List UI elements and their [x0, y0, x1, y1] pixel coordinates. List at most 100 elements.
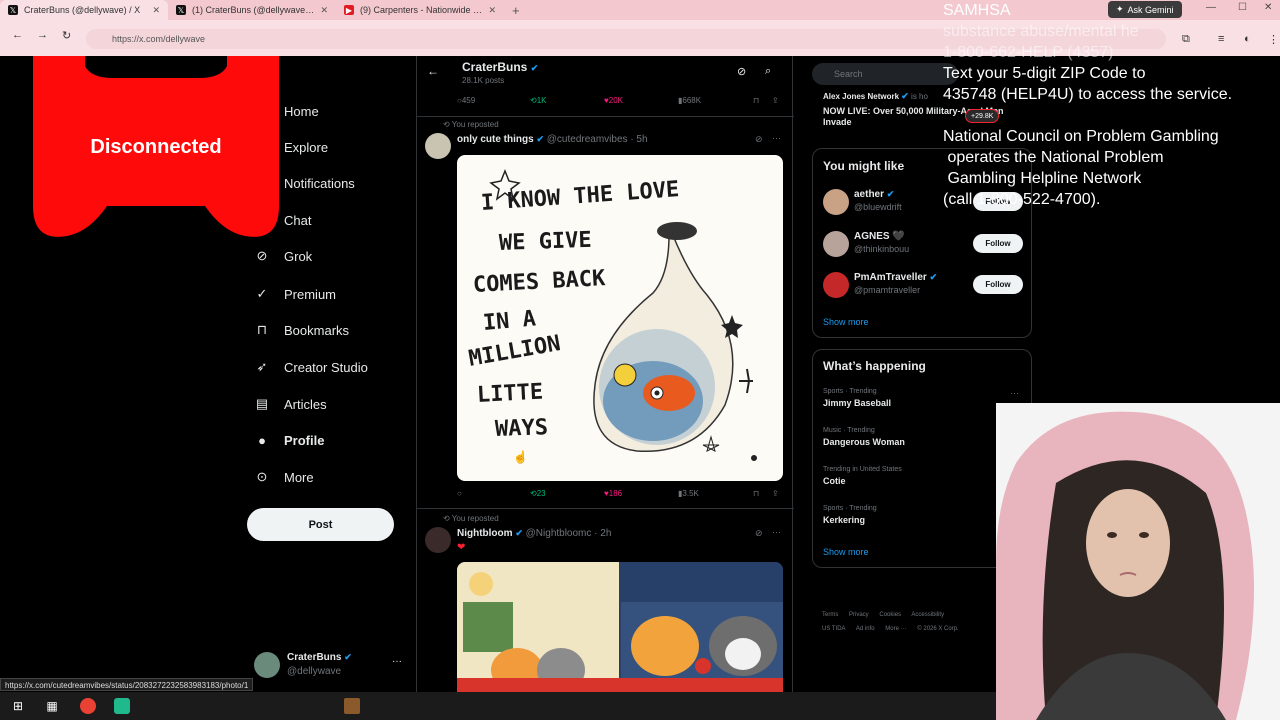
reply-button[interactable]: ○ 459: [457, 96, 475, 105]
close-tab-icon[interactable]: ✕: [320, 5, 328, 16]
footer-link[interactable]: Cookies: [879, 612, 901, 618]
post-actions: ○ ⟲ 23 ♥ 186 ▮ 3.5K ⊓ ⇪: [457, 489, 787, 503]
footer-links: Terms Privacy Cookies Accessibility US T…: [822, 608, 992, 636]
footer-link[interactable]: More ···: [885, 626, 906, 632]
task-view-icon[interactable]: ▦: [44, 698, 60, 714]
grok-icon[interactable]: ⊘: [755, 528, 763, 539]
avatar: [823, 272, 849, 298]
post-button[interactable]: Post: [247, 508, 394, 541]
nav-premium[interactable]: ✓ Premium: [254, 282, 336, 306]
more-icon[interactable]: ···: [1010, 388, 1019, 398]
post-author[interactable]: Nightbloom ✔ @Nightbloomc · 2h: [457, 528, 611, 539]
repost-button[interactable]: ⟲ 23: [530, 489, 546, 498]
cats-illustration: [457, 562, 783, 692]
more-icon[interactable]: ···: [392, 656, 402, 667]
ask-gemini-button[interactable]: ✦ Ask Gemini: [1108, 1, 1182, 18]
nav-grok[interactable]: ⊘ Grok: [254, 244, 313, 268]
reload-icon[interactable]: ↻: [62, 29, 71, 42]
nav-bookmarks[interactable]: ⊓ Bookmarks: [254, 318, 349, 342]
show-more-link[interactable]: Show more: [823, 547, 869, 557]
bookmark-icon[interactable]: ⊓: [753, 489, 759, 498]
avatar[interactable]: [425, 527, 451, 553]
x-logo-icon: 𝕏: [8, 5, 18, 15]
close-window-icon[interactable]: ✕: [1264, 2, 1272, 13]
post-image[interactable]: [457, 562, 783, 692]
footer-link[interactable]: Terms: [822, 612, 838, 618]
repost-button[interactable]: ⟲ 1K: [530, 96, 547, 105]
media-icon[interactable]: ≡: [1218, 33, 1224, 45]
account-switcher[interactable]: CraterBuns ✔ @dellywave ···: [254, 650, 404, 680]
footer-link[interactable]: US TIDA: [822, 626, 846, 632]
nav-articles[interactable]: ▤ Articles: [254, 392, 327, 416]
browser-tab[interactable]: 𝕏 (1) CraterBuns (@dellywave) / X ✕: [168, 0, 336, 20]
windows-start-icon[interactable]: ⊞: [10, 698, 26, 714]
post-image[interactable]: I KNOW THE LOVE WE GIVE COMES BACK IN A …: [457, 155, 783, 481]
nav-profile[interactable]: ● Profile: [254, 428, 324, 452]
like-button[interactable]: ♥ 186: [604, 489, 622, 498]
grok-icon[interactable]: ⊘: [755, 134, 763, 145]
account-handle: @dellywave: [287, 666, 342, 677]
chrome-icon[interactable]: [80, 698, 96, 714]
repost-label: ⟲ You reposted: [443, 120, 499, 129]
nav-more[interactable]: ⊙ More: [254, 465, 314, 489]
views-button[interactable]: ▮ 668K: [678, 96, 701, 105]
footer-link[interactable]: Accessibility: [911, 612, 944, 618]
divider: [417, 116, 794, 117]
app-icon[interactable]: [114, 698, 130, 714]
status-url: https://x.com/cutedreamvibes/status/2083…: [0, 678, 254, 691]
search-input[interactable]: Search: [812, 63, 958, 85]
verified-icon: ✔: [530, 63, 539, 73]
close-tab-icon[interactable]: ✕: [152, 5, 160, 16]
profile-name: CraterBuns ✔: [462, 60, 539, 74]
ask-gemini-label: Ask Gemini: [1127, 4, 1174, 15]
share-icon[interactable]: ⇪: [772, 489, 779, 498]
fish-bag-illustration: [489, 168, 757, 461]
grok-icon[interactable]: ⊘: [737, 65, 746, 78]
nav-label: Profile: [284, 432, 325, 448]
browser-tab-bar: 𝕏 CraterBuns (@dellywave) / X ✕ 𝕏 (1) Cr…: [0, 0, 1280, 20]
articles-icon: ▤: [255, 396, 269, 411]
search-icon[interactable]: ⌕: [765, 65, 771, 78]
views-button[interactable]: ▮ 3.5K: [678, 489, 699, 498]
more-icon[interactable]: ···: [772, 527, 781, 537]
share-icon[interactable]: ⇪: [772, 96, 779, 105]
back-icon[interactable]: ←: [12, 29, 23, 41]
avatar[interactable]: [425, 133, 451, 159]
verified-icon: ✔: [515, 528, 523, 538]
nav-label: More: [284, 469, 314, 485]
footer-link[interactable]: Ad info: [856, 626, 875, 632]
minimize-icon[interactable]: —: [1206, 2, 1216, 13]
follow-suggestion[interactable]: AGNES 🖤 @thinkinbouu Follow: [823, 229, 1023, 259]
trend-item[interactable]: Music · Trending Dangerous Woman: [823, 427, 1023, 447]
maximize-icon[interactable]: ☐: [1238, 2, 1247, 13]
menu-icon[interactable]: ⋮: [1268, 33, 1279, 46]
follow-suggestion[interactable]: PmAmTraveller ✔ @pmamtraveller Follow: [823, 270, 1023, 300]
trend-item[interactable]: Sports · Trending Jimmy Baseball ···: [823, 388, 1023, 408]
nav-creator-studio[interactable]: ➶ Creator Studio: [254, 355, 368, 379]
browser-tab[interactable]: 𝕏 CraterBuns (@dellywave) / X ✕: [0, 0, 168, 20]
tab-title: CraterBuns (@dellywave) / X: [24, 5, 141, 15]
browser-tab[interactable]: ▶ (9) Carpenters - Nationwide Int... ✕: [336, 0, 504, 20]
profile-icon[interactable]: ◐: [1244, 33, 1251, 45]
more-icon[interactable]: ···: [772, 133, 781, 143]
forward-icon[interactable]: →: [37, 29, 48, 41]
rocket-icon: ➶: [256, 359, 268, 374]
follow-button[interactable]: Follow: [973, 234, 1023, 253]
close-tab-icon[interactable]: ✕: [488, 5, 496, 16]
like-button[interactable]: ♥ 20K: [604, 96, 623, 105]
post-author[interactable]: only cute things ✔ @cutedreamvibes · 5h: [457, 134, 648, 145]
bookmark-icon[interactable]: ⊓: [753, 96, 759, 105]
reply-button[interactable]: ○: [457, 489, 462, 498]
nav-label: Creator Studio: [284, 359, 368, 375]
back-arrow-icon[interactable]: ←: [427, 64, 439, 78]
post-actions: ○ 459 ⟲ 1K ♥ 20K ▮ 668K ⊓ ⇪: [457, 96, 787, 110]
follow-button[interactable]: Follow: [973, 275, 1023, 294]
footer-link[interactable]: Privacy: [849, 612, 869, 618]
trend-item[interactable]: Sports · Trending Kerkering: [823, 505, 1023, 525]
nav-label: Grok: [284, 248, 313, 264]
bookmark-icon: ⊓: [256, 322, 268, 337]
show-more-link[interactable]: Show more: [823, 317, 869, 327]
extensions-icon[interactable]: ⧉: [1182, 33, 1190, 46]
trend-item[interactable]: Trending in United States Cotie: [823, 466, 1023, 486]
new-tab-button[interactable]: +: [504, 3, 528, 18]
